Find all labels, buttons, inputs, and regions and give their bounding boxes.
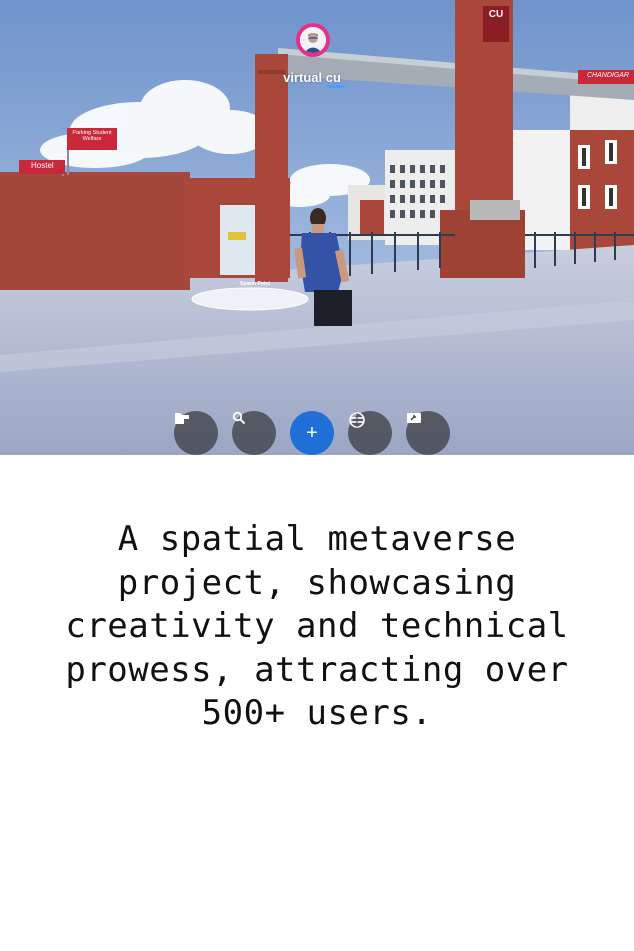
user-avatar[interactable] [296, 23, 330, 57]
cu-sign: CU [483, 6, 509, 42]
project-caption: A spatial metaverse project, showcasing … [65, 519, 569, 733]
chandigarh-sign: CHANDIGAR [578, 70, 634, 84]
metaverse-scene[interactable]: virtual cu Parking Student Welfare Hoste… [0, 0, 634, 455]
avatar-icon [300, 27, 326, 53]
hostel-sign: Hostel [19, 160, 65, 174]
folder-button[interactable] [174, 411, 218, 455]
add-button[interactable]: + [290, 411, 334, 455]
plus-icon: + [306, 422, 318, 444]
scene-graphics [0, 0, 634, 455]
bottom-toolbar: + [174, 411, 454, 455]
username-underline [327, 85, 345, 88]
hub-button[interactable] [348, 411, 392, 455]
spawn-point-label: Spawn Point [240, 281, 270, 287]
parking-sign: Parking Student Welfare [67, 128, 117, 150]
search-button[interactable] [232, 411, 276, 455]
username-label: virtual cu [283, 70, 341, 85]
share-screen-button[interactable] [406, 411, 450, 455]
